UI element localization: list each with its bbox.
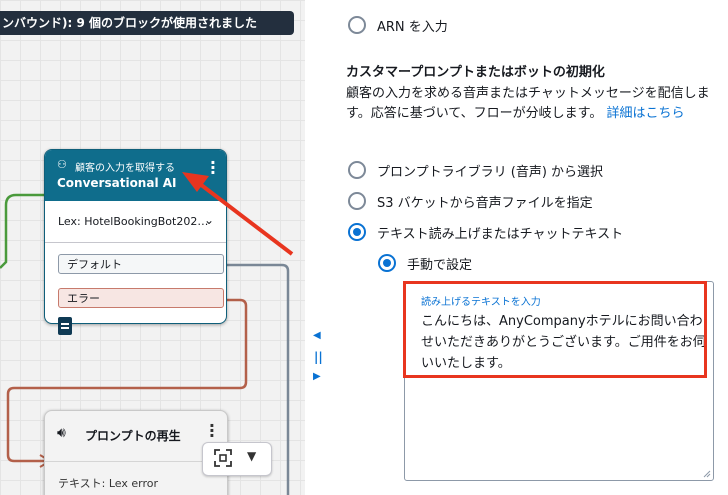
section-heading: カスタマープロンプトまたはボットの初期化 (346, 65, 605, 80)
radio-button[interactable] (348, 161, 366, 179)
resize-handle-icon[interactable] (703, 470, 711, 478)
tts-text-input[interactable]: 読み上げるテキストを入力 こんにちは、AnyCompanyホテルにお問い合わせい… (404, 281, 714, 481)
properties-panel: ARN を入力 カスタマープロンプトまたはボットの初期化 顧客の入力を求める音声… (330, 0, 728, 495)
option-text-to-speech[interactable]: テキスト読み上げまたはチャットテキスト (348, 222, 708, 242)
radio-button[interactable] (348, 192, 366, 210)
option-label: S3 バケットから音声ファイルを指定 (377, 196, 593, 211)
radio-button-selected[interactable] (378, 254, 396, 272)
option-label: 手動で設定 (407, 258, 473, 273)
section-description: 顧客の入力を求める音声またはチャットメッセージを配信します。応答に基づいて、フロ… (346, 84, 716, 124)
learn-more-link[interactable]: 詳細はこちら (607, 106, 685, 121)
panel-splitter[interactable]: ◀ || ▶ (305, 0, 330, 495)
flow-canvas[interactable]: ンバウンド): 9 個のブロックが使用されました ⚇ 顧客の入力を取得する Co… (0, 0, 305, 495)
input-label: 読み上げるテキストを入力 (421, 297, 541, 308)
drag-handle-icon[interactable]: || (314, 350, 323, 364)
option-label: ARN を入力 (377, 20, 448, 35)
radio-button[interactable] (348, 16, 366, 34)
expand-right-icon[interactable]: ▶ (313, 371, 321, 382)
input-value[interactable]: こんにちは、AnyCompanyホテルにお問い合わせいただきありがとうございます… (421, 311, 706, 374)
option-label: テキスト読み上げまたはチャットテキスト (377, 227, 624, 242)
collapse-left-icon[interactable]: ◀ (313, 330, 321, 341)
option-label: プロンプトライブラリ (音声) から選択 (377, 165, 604, 180)
option-enter-arn[interactable]: ARN を入力 (348, 15, 648, 35)
option-prompt-library[interactable]: プロンプトライブラリ (音声) から選択 (348, 160, 708, 180)
option-set-manually[interactable]: 手動で設定 (378, 253, 678, 273)
radio-button-selected[interactable] (348, 223, 366, 241)
annotation-arrow (182, 172, 294, 256)
option-s3-bucket[interactable]: S3 バケットから音声ファイルを指定 (348, 191, 708, 211)
